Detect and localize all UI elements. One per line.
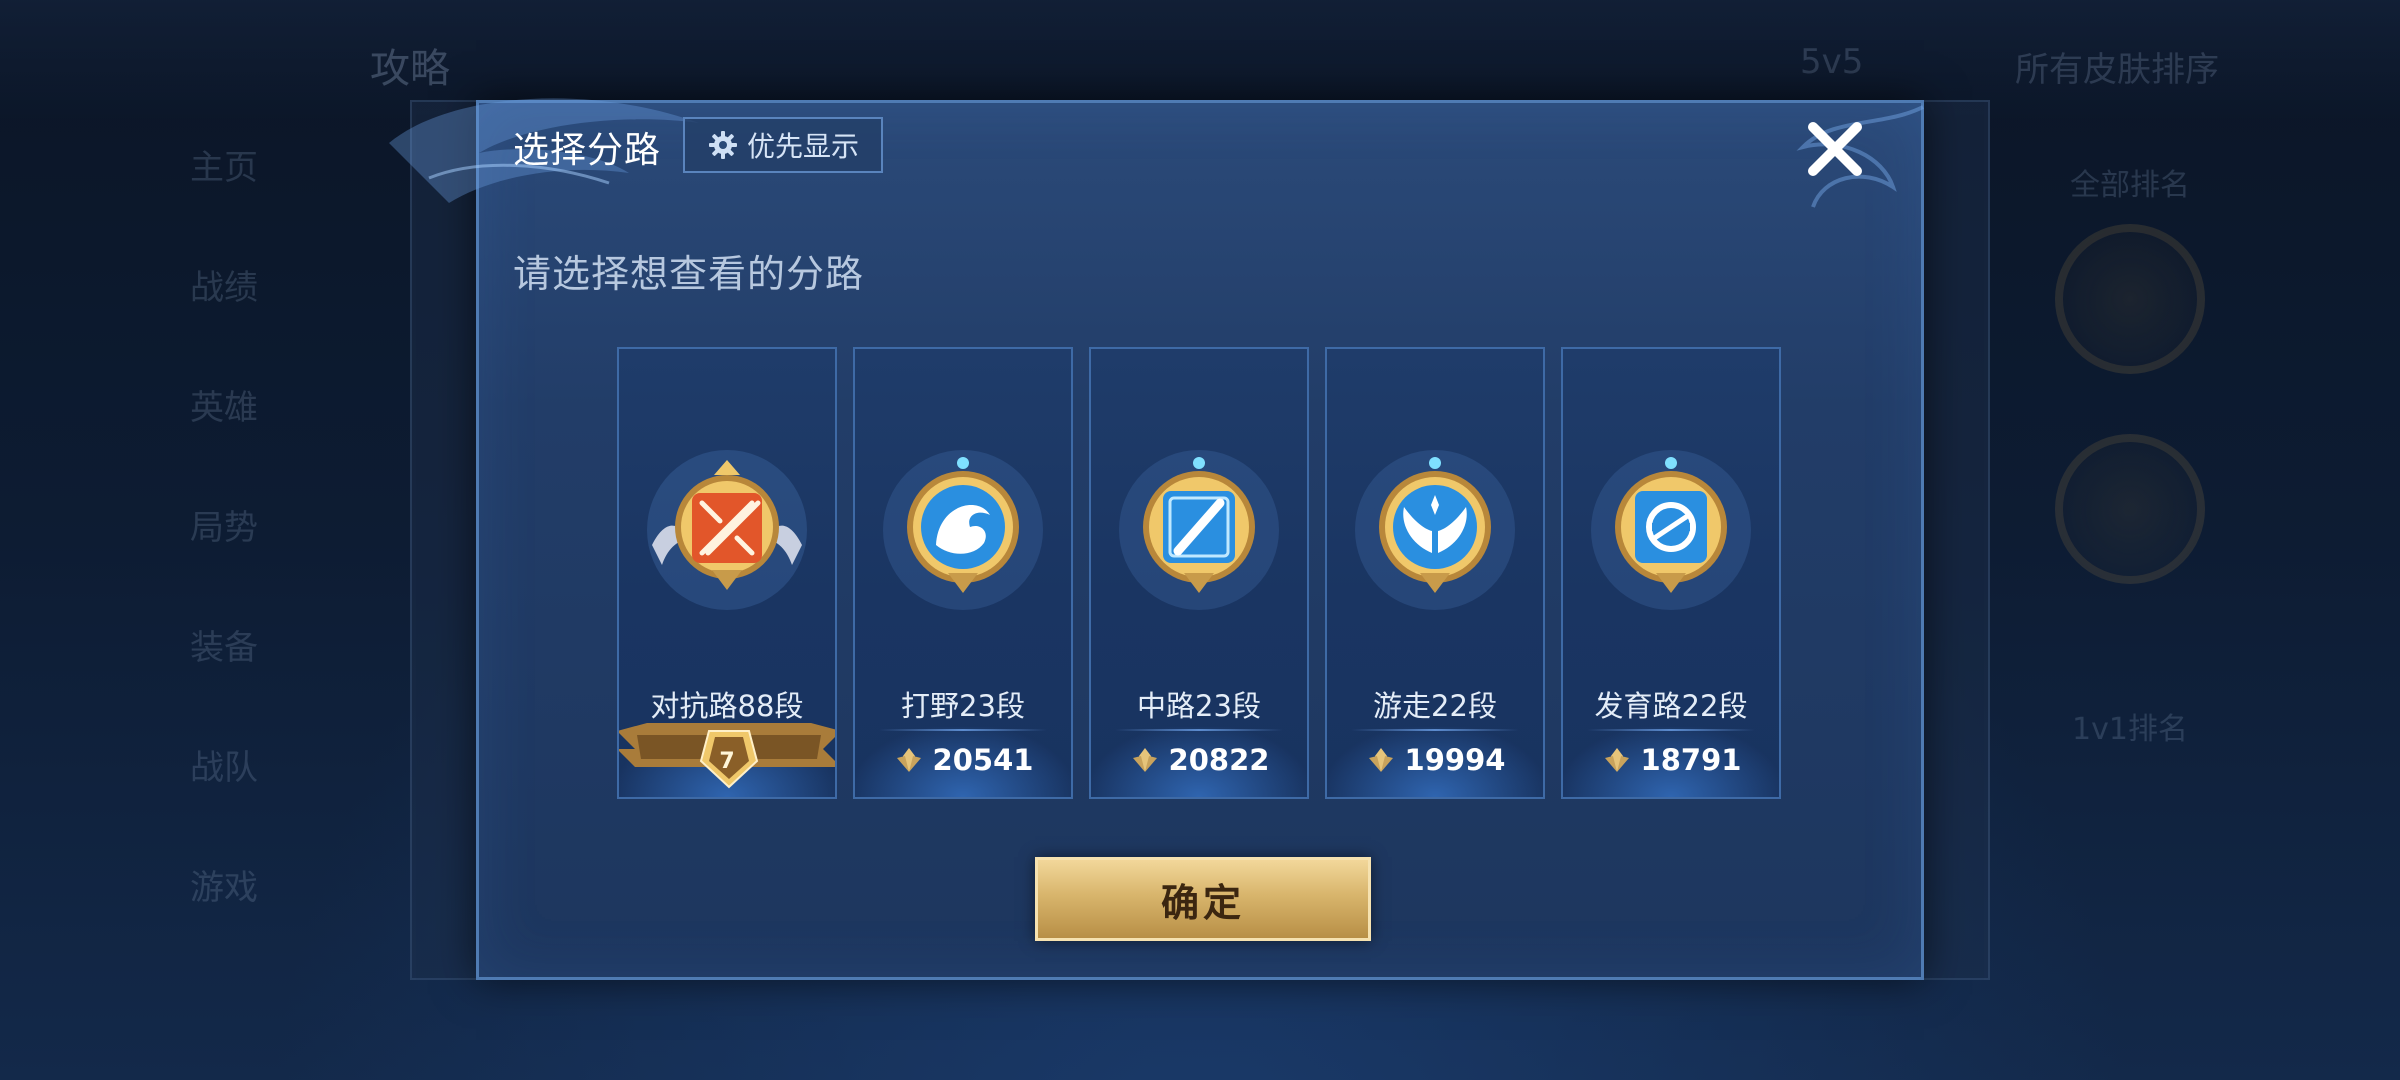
card-divider xyxy=(879,729,1047,731)
lane-label: 游走22段 xyxy=(1373,689,1497,723)
lane-score: 20541 xyxy=(855,743,1071,777)
gear-icon xyxy=(708,131,737,159)
background-side-item: 游戏 xyxy=(190,868,258,908)
lane-label: 发育路22段 xyxy=(1594,689,1748,723)
background-side-item: 战队 xyxy=(190,748,258,788)
lane-score-value: 20822 xyxy=(1168,743,1270,777)
staff-lane-icon xyxy=(1119,450,1279,610)
background-tab-title: 攻略 xyxy=(370,46,450,92)
background-side-item: 战绩 xyxy=(190,268,258,308)
lane-card-top[interactable]: 对抗路88段 7 xyxy=(617,347,837,799)
lane-score-value: 20541 xyxy=(932,743,1034,777)
background-emblem-icon xyxy=(2055,434,2205,584)
lane-card-roam[interactable]: 游走22段 19994 xyxy=(1325,347,1545,799)
background-side-item: 局势 xyxy=(190,508,258,548)
background-side-item: 装备 xyxy=(190,628,258,668)
lane-card-mid[interactable]: 中路23段 20822 xyxy=(1089,347,1309,799)
wings-lane-icon xyxy=(1355,450,1515,610)
target-lane-icon xyxy=(1591,450,1751,610)
close-button[interactable] xyxy=(1801,115,1869,183)
lane-card-jungle[interactable]: 打野23段 20541 xyxy=(853,347,1073,799)
rank-number-label: 7 xyxy=(719,749,735,774)
card-divider xyxy=(1587,729,1755,731)
modal-subtitle: 请选择想查看的分路 xyxy=(513,252,865,296)
background-right-text: 1v1排名 xyxy=(2072,712,2188,747)
rank-points-icon xyxy=(1368,748,1393,772)
priority-display-label: 优先显示 xyxy=(746,130,859,163)
lane-label: 中路23段 xyxy=(1137,689,1261,723)
card-divider xyxy=(1115,729,1283,731)
lane-select-modal: 选择分路 优先显示 请选择想查看的分路 对抗路88段 7 打野23段 20541… xyxy=(389,98,1924,980)
lane-score-value: 19994 xyxy=(1404,743,1506,777)
confirm-button[interactable]: 确定 xyxy=(1035,857,1371,941)
lane-score: 18791 xyxy=(1563,743,1779,777)
sword-lane-icon xyxy=(647,450,807,610)
dragon-lane-icon xyxy=(883,450,1043,610)
background-side-item: 英雄 xyxy=(190,388,258,428)
card-divider xyxy=(1351,729,1519,731)
lane-score: 20822 xyxy=(1091,743,1307,777)
lane-label: 打野23段 xyxy=(901,689,1025,723)
lane-score-value: 18791 xyxy=(1640,743,1742,777)
lane-score: 19994 xyxy=(1327,743,1543,777)
lane-card-list: 对抗路88段 7 打野23段 20541 中路23段 20822 游走22段 1… xyxy=(617,347,1781,799)
background-right-column: 全部排名 1v1排名 xyxy=(2000,160,2260,758)
background-mode-dropdown: 5v5 xyxy=(1800,42,1864,82)
close-icon xyxy=(1808,122,1862,176)
modal-title: 选择分路 xyxy=(513,130,662,171)
rank-points-icon xyxy=(1604,748,1629,772)
rank-points-icon xyxy=(1132,748,1157,772)
background-right-text: 全部排名 xyxy=(2070,168,2190,203)
rank-points-icon xyxy=(896,748,921,772)
confirm-label: 确定 xyxy=(1160,880,1245,925)
background-sidebar: 主页 战绩 英雄 局势 装备 战队 游戏 xyxy=(150,140,310,980)
background-emblem-icon xyxy=(2055,224,2205,374)
background-side-item: 主页 xyxy=(190,148,258,188)
lane-label: 对抗路88段 xyxy=(650,689,804,723)
priority-display-button[interactable]: 优先显示 xyxy=(683,117,883,173)
lane-card-farm[interactable]: 发育路22段 18791 xyxy=(1561,347,1781,799)
rank-number: 7 xyxy=(619,749,835,774)
background-sort-dropdown: 所有皮肤排序 xyxy=(2015,50,2219,90)
